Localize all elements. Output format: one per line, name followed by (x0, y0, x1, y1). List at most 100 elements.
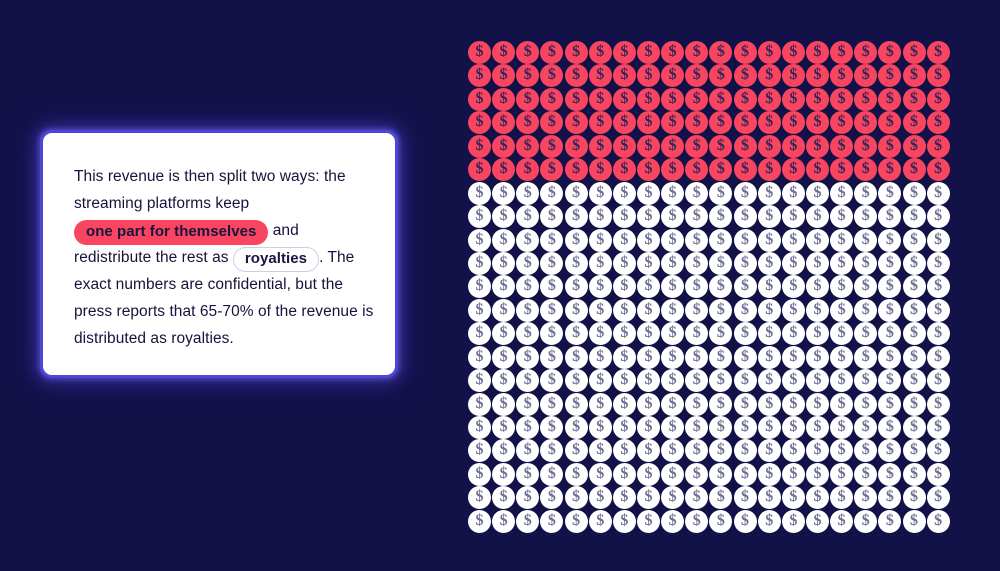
dollar-coin-icon: $ (685, 87, 709, 111)
dollar-coin-icon: $ (709, 134, 733, 158)
dollar-coin-icon: $ (661, 41, 685, 64)
dollar-coin-icon: $ (709, 322, 733, 346)
dollar-coin-icon: $ (805, 275, 829, 299)
dollar-coin-icon: $ (661, 134, 685, 158)
dollar-coin-icon: $ (926, 111, 950, 135)
dollar-coin-icon: $ (564, 251, 588, 275)
dollar-coin-icon: $ (878, 416, 902, 439)
dollar-coin-icon: $ (516, 322, 540, 346)
dollar-coin-icon: $ (612, 298, 636, 322)
dollar-coin-icon: $ (709, 298, 733, 322)
dollar-coin-icon: $ (564, 322, 588, 346)
dollar-coin-icon: $ (830, 87, 854, 111)
dollar-coin-icon: $ (540, 251, 564, 275)
dollar-coin-icon: $ (902, 298, 926, 322)
dollar-coin-icon: $ (468, 462, 491, 486)
dollar-coin-icon: $ (588, 298, 612, 322)
dollar-coin-icon: $ (516, 251, 540, 275)
dollar-coin-icon: $ (854, 205, 878, 229)
dollar-coin-icon: $ (926, 134, 950, 158)
dollar-coin-icon: $ (805, 205, 829, 229)
dollar-coin-icon: $ (564, 158, 588, 182)
dollar-coin-icon: $ (564, 41, 588, 64)
explanation-paragraph: This revenue is then split two ways: the… (74, 163, 374, 352)
dollar-coin-icon: $ (805, 509, 829, 533)
dollar-coin-icon: $ (564, 134, 588, 158)
dollar-coin-icon: $ (636, 322, 660, 346)
dollar-coin-icon: $ (492, 228, 516, 252)
dollar-coin-icon: $ (636, 275, 660, 299)
dollar-coin-icon: $ (926, 181, 950, 205)
dollar-coin-icon: $ (588, 439, 612, 463)
dollar-coin-icon: $ (492, 369, 516, 393)
dollar-coin-icon: $ (902, 158, 926, 182)
dollar-coin-icon: $ (636, 205, 660, 229)
dollar-coin-icon: $ (516, 298, 540, 322)
dollar-coin-icon: $ (781, 345, 805, 369)
dollar-coin-icon: $ (588, 416, 612, 439)
dollar-coin-icon: $ (661, 64, 685, 88)
dollar-coin-icon: $ (830, 275, 854, 299)
dollar-coin-icon: $ (468, 298, 491, 322)
dollar-coin-icon: $ (468, 87, 491, 111)
dollar-coin-icon: $ (926, 322, 950, 346)
dollar-coin-icon: $ (516, 134, 540, 158)
dollar-coin-icon: $ (733, 41, 757, 64)
dollar-coin-icon: $ (636, 439, 660, 463)
dollar-coin-icon: $ (709, 87, 733, 111)
dollar-coin-icon: $ (540, 205, 564, 229)
dollar-coin-icon: $ (878, 111, 902, 135)
dollar-coin-icon: $ (661, 298, 685, 322)
dollar-coin-icon: $ (540, 345, 564, 369)
dollar-coin-icon: $ (661, 251, 685, 275)
dollar-coin-icon: $ (878, 134, 902, 158)
dollar-coin-icon: $ (733, 509, 757, 533)
dollar-coin-icon: $ (661, 345, 685, 369)
dollar-coin-icon: $ (830, 181, 854, 205)
dollar-coin-icon: $ (540, 111, 564, 135)
dollar-coin-icon: $ (492, 158, 516, 182)
dollar-coin-icon: $ (492, 439, 516, 463)
dollar-coin-icon: $ (733, 392, 757, 416)
dollar-coin-icon: $ (854, 298, 878, 322)
dollar-coin-icon: $ (636, 298, 660, 322)
dollar-coin-icon: $ (757, 486, 781, 510)
dollar-coin-icon: $ (685, 486, 709, 510)
dollar-coin-icon: $ (878, 439, 902, 463)
dollar-coin-icon: $ (564, 181, 588, 205)
dollar-coin-icon: $ (878, 181, 902, 205)
dollar-coin-icon: $ (468, 205, 491, 229)
dollar-coin-icon: $ (516, 87, 540, 111)
dollar-coin-icon: $ (468, 439, 491, 463)
dollar-coin-icon: $ (588, 205, 612, 229)
dollar-coin-icon: $ (540, 486, 564, 510)
dollar-coin-icon: $ (926, 158, 950, 182)
dollar-coin-icon: $ (516, 509, 540, 533)
dollar-coin-icon: $ (516, 64, 540, 88)
dollar-coin-icon: $ (781, 205, 805, 229)
dollar-coin-icon: $ (612, 322, 636, 346)
dollar-coin-icon: $ (805, 322, 829, 346)
dollar-coin-icon: $ (612, 251, 636, 275)
dollar-coin-icon: $ (757, 369, 781, 393)
dollar-coin-icon: $ (781, 369, 805, 393)
dollar-coin-icon: $ (468, 369, 491, 393)
dollar-coin-icon: $ (854, 345, 878, 369)
dollar-coin-icon: $ (588, 392, 612, 416)
dollar-coin-icon: $ (468, 181, 491, 205)
dollar-coin-icon: $ (854, 392, 878, 416)
dollar-coin-icon: $ (564, 298, 588, 322)
dollar-coin-icon: $ (588, 369, 612, 393)
dollar-coin-icon: $ (830, 392, 854, 416)
dollar-coin-icon: $ (468, 416, 491, 439)
dollar-coin-icon: $ (902, 369, 926, 393)
dollar-coin-icon: $ (709, 275, 733, 299)
dollar-coin-icon: $ (781, 111, 805, 135)
dollar-coin-icon: $ (805, 369, 829, 393)
dollar-coin-icon: $ (661, 509, 685, 533)
dollar-coin-icon: $ (926, 369, 950, 393)
dollar-coin-icon: $ (926, 462, 950, 486)
dollar-coin-icon: $ (902, 486, 926, 510)
dollar-coin-icon: $ (757, 439, 781, 463)
dollar-coin-icon: $ (661, 87, 685, 111)
